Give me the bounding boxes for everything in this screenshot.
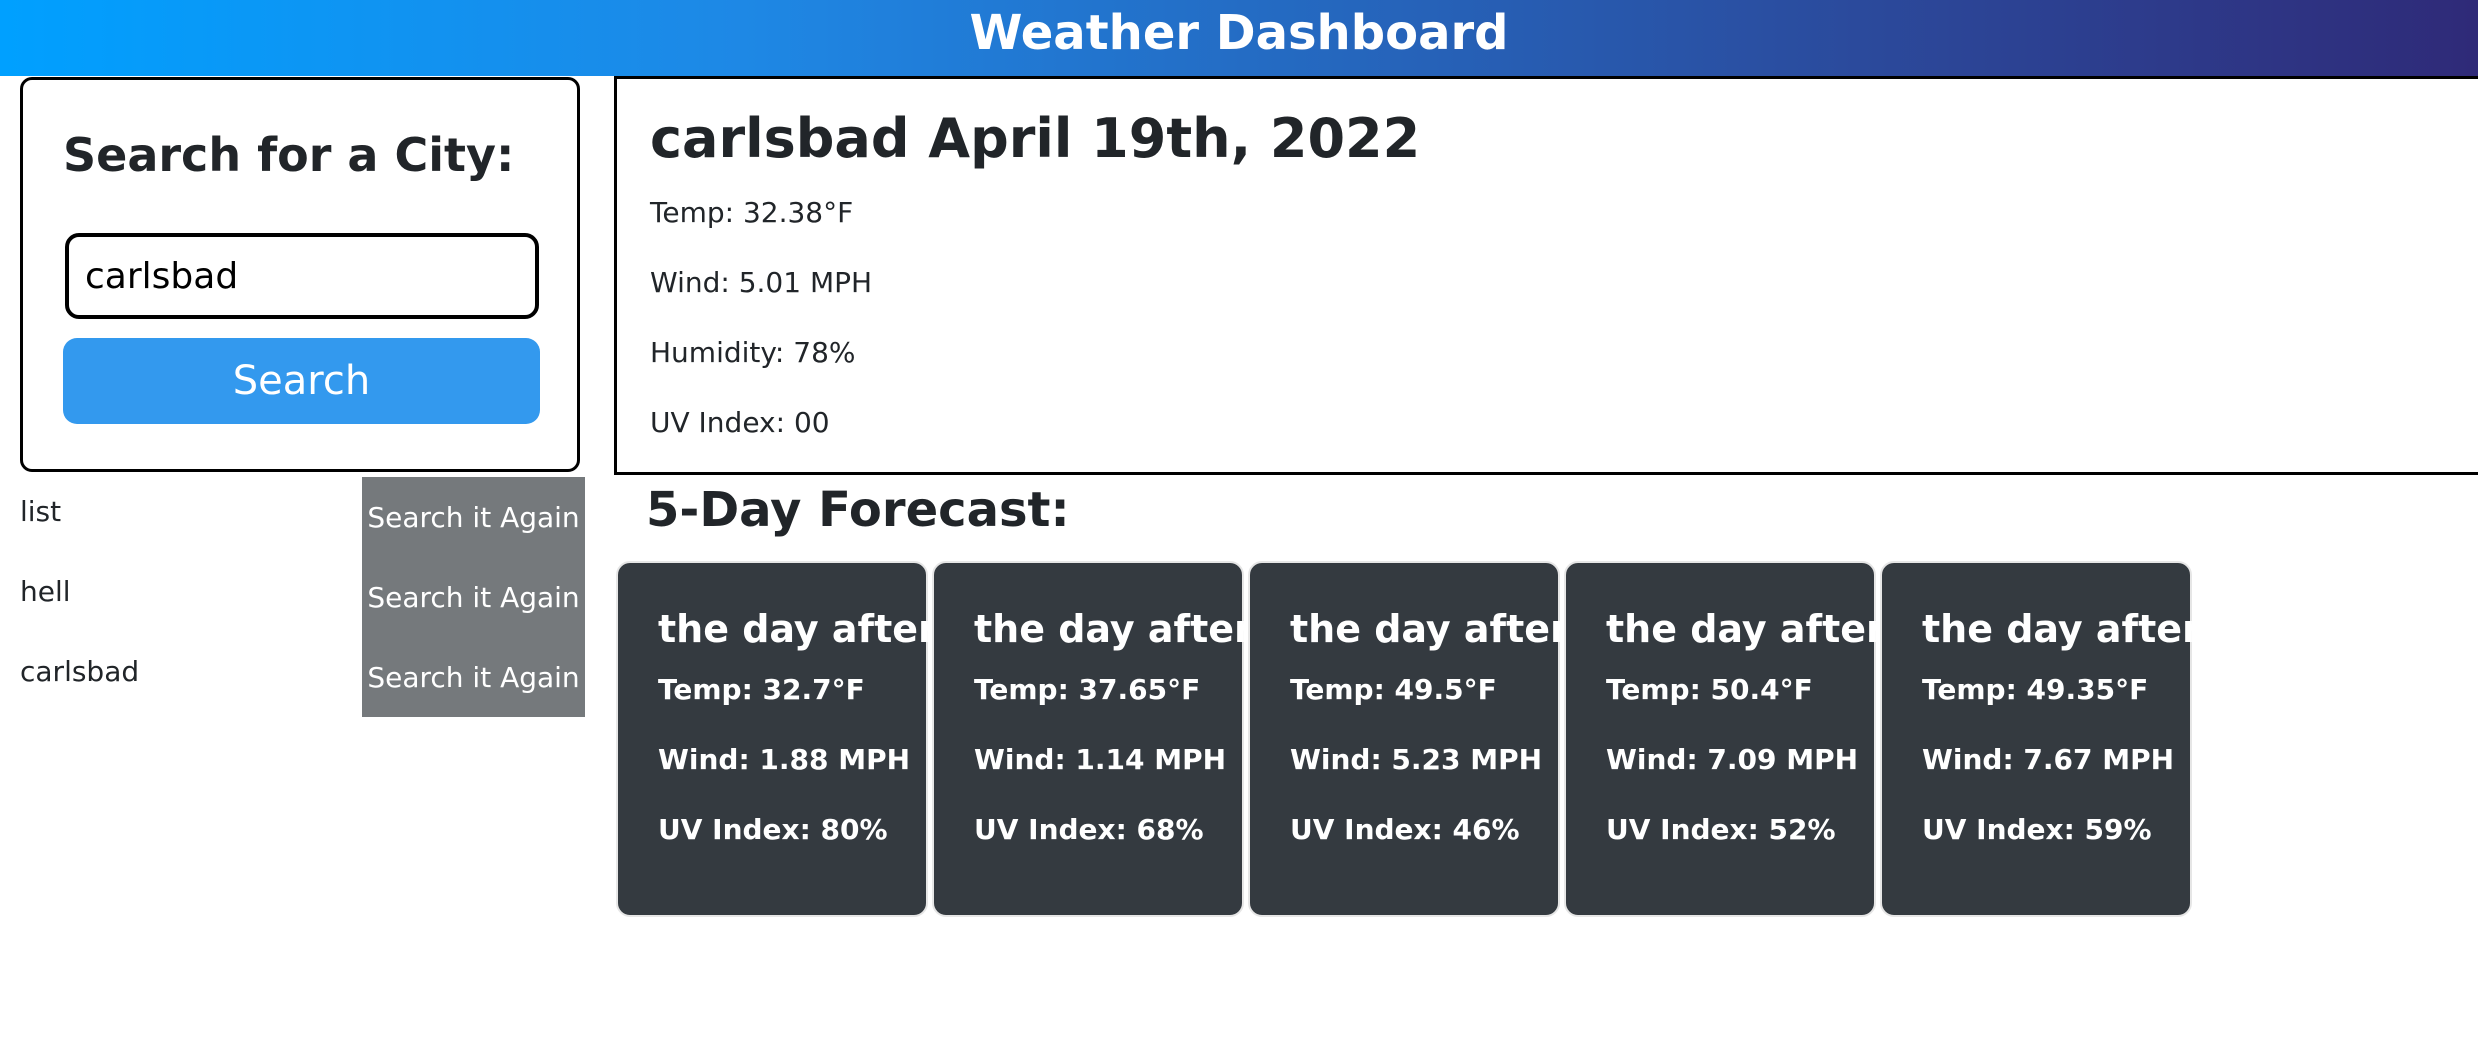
forecast-uv-index: UV Index: 80% (658, 813, 888, 846)
history-city-name: carlsbad (20, 655, 140, 688)
current-humidity: Humidity: 78% (650, 336, 856, 369)
forecast-uv-index: UV Index: 46% (1290, 813, 1520, 846)
history-city-name: hell (20, 575, 71, 608)
search-again-button[interactable]: Search it Again (362, 477, 585, 557)
search-button[interactable]: Search (63, 338, 540, 424)
forecast-uv-index: UV Index: 52% (1606, 813, 1836, 846)
forecast-temp: Temp: 37.65°F (974, 673, 1201, 706)
current-weather-panel: carlsbad April 19th, 2022 Temp: 32.38°F … (614, 76, 2478, 475)
forecast-wind: Wind: 5.23 MPH (1290, 743, 1543, 776)
forecast-heading: 5-Day Forecast: (646, 482, 1070, 538)
history-item: carlsbad Search it Again (0, 637, 585, 717)
current-temp: Temp: 32.38°F (650, 196, 854, 229)
forecast-card-title: the day after (1922, 607, 2201, 651)
city-search-input[interactable] (65, 233, 539, 319)
current-weather-title: carlsbad April 19th, 2022 (650, 107, 1421, 170)
forecast-temp: Temp: 49.5°F (1290, 673, 1497, 706)
forecast-wind: Wind: 1.14 MPH (974, 743, 1227, 776)
app-header: Weather Dashboard (0, 0, 2478, 76)
forecast-wind: Wind: 1.88 MPH (658, 743, 911, 776)
search-again-button[interactable]: Search it Again (362, 637, 585, 717)
forecast-wind: Wind: 7.67 MPH (1922, 743, 2175, 776)
forecast-card: the day after Temp: 49.5°F Wind: 5.23 MP… (1248, 561, 1569, 917)
forecast-card-title: the day after (658, 607, 937, 651)
history-city-name: list (20, 495, 62, 528)
forecast-card: the day after Temp: 50.4°F Wind: 7.09 MP… (1564, 561, 1885, 917)
search-again-button[interactable]: Search it Again (362, 557, 585, 637)
current-uv-index: UV Index: 00 (650, 406, 830, 439)
forecast-temp: Temp: 32.7°F (658, 673, 865, 706)
forecast-card-title: the day after (1290, 607, 1569, 651)
page-title: Weather Dashboard (969, 5, 1509, 61)
forecast-card-title: the day after (1606, 607, 1885, 651)
current-wind: Wind: 5.01 MPH (650, 266, 873, 299)
history-item: hell Search it Again (0, 557, 585, 637)
forecast-uv-index: UV Index: 68% (974, 813, 1204, 846)
search-heading: Search for a City: (63, 128, 515, 182)
history-item: list Search it Again (0, 477, 585, 557)
search-panel: Search for a City: Search (20, 77, 580, 472)
forecast-card: the day after Temp: 32.7°F Wind: 1.88 MP… (616, 561, 937, 917)
forecast-temp: Temp: 50.4°F (1606, 673, 1813, 706)
forecast-card: the day after Temp: 37.65°F Wind: 1.14 M… (932, 561, 1253, 917)
forecast-card: the day after Temp: 49.35°F Wind: 7.67 M… (1880, 561, 2201, 917)
forecast-card-title: the day after (974, 607, 1253, 651)
forecast-uv-index: UV Index: 59% (1922, 813, 2152, 846)
forecast-temp: Temp: 49.35°F (1922, 673, 2149, 706)
forecast-wind: Wind: 7.09 MPH (1606, 743, 1859, 776)
